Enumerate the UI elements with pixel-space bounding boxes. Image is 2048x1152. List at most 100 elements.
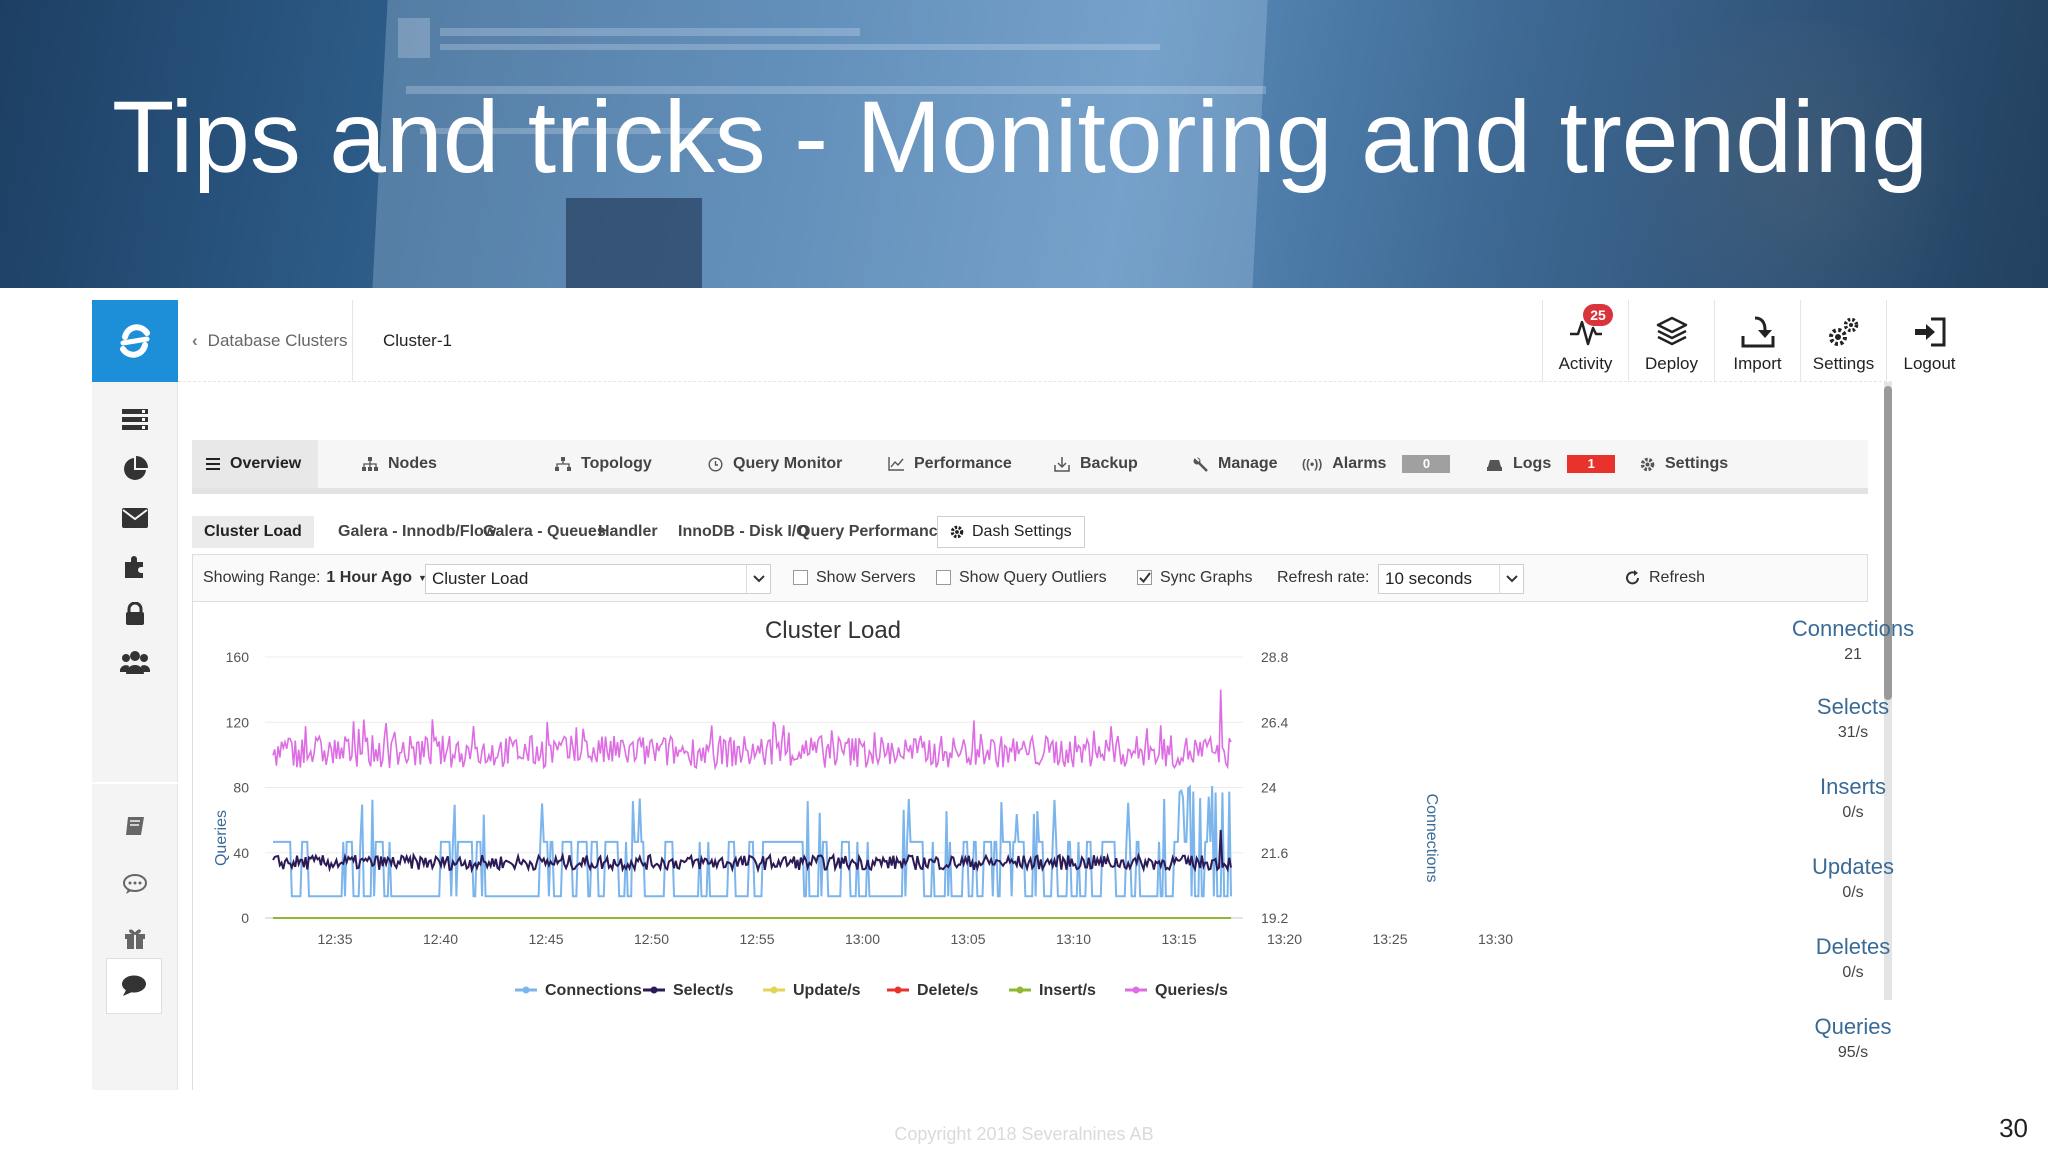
pie-chart-icon[interactable] [92, 449, 178, 489]
menu-icon [206, 458, 220, 470]
slide-banner: Tips and tricks - Monitoring and trendin… [0, 0, 2048, 288]
settings-button[interactable]: Settings [1800, 300, 1886, 382]
subtab-handler[interactable]: Handler [586, 516, 670, 548]
left-axis-ticks: 160 120 80 40 0 [226, 649, 250, 926]
range-value[interactable]: 1 Hour Ago [326, 569, 412, 587]
puzzle-icon[interactable] [92, 546, 178, 586]
deploy-icon [1656, 316, 1687, 346]
users-icon[interactable] [92, 642, 178, 682]
stat-value: 31/s [1837, 724, 1869, 741]
sidebar-divider [92, 782, 178, 784]
stat-selects: Selects 31/s [1753, 694, 1953, 742]
slide-page-number: 30 [1999, 1113, 2028, 1143]
x-tick-label: 13:30 [1478, 931, 1513, 947]
stat-label: Queries [1814, 1014, 1892, 1039]
refresh-button[interactable]: Refresh [1625, 555, 1705, 601]
tab-backup[interactable]: Backup [1040, 440, 1152, 488]
chat-button[interactable] [106, 958, 162, 1014]
y-tick-label: 0 [241, 910, 249, 926]
legend-label: Delete/s [917, 982, 978, 999]
stat-value: 0/s [1842, 884, 1864, 901]
stat-connections: Connections 21 [1753, 616, 1953, 664]
settings-label: Settings [1812, 354, 1875, 373]
refresh-rate-select[interactable]: 10 seconds [1378, 564, 1524, 594]
subtab-cluster-load[interactable]: Cluster Load [192, 516, 314, 548]
banner-ghost-line [440, 28, 860, 36]
tab-alarms[interactable]: ((•)) Alarms 0 [1288, 440, 1464, 488]
stat-value: 0/s [1842, 964, 1864, 981]
deploy-button[interactable]: Deploy [1628, 300, 1714, 382]
tab-label: Query Monitor [733, 455, 843, 472]
legend-label: Insert/s [1039, 982, 1096, 999]
stat-label: Connections [1791, 616, 1915, 641]
legend-item: Update/s [763, 982, 861, 999]
breadcrumb-database-clusters[interactable]: Database Clusters [208, 331, 348, 351]
legend-label: Connections [545, 982, 642, 999]
breadcrumb[interactable]: ‹ Database Clusters [178, 300, 353, 382]
import-button[interactable]: Import [1714, 300, 1800, 382]
chart-series [272, 689, 1232, 919]
slide-copyright: Copyright 2018 Severalnines AB [894, 1124, 1154, 1144]
logout-button[interactable]: Logout [1886, 300, 1972, 382]
y2-tick-label: 24 [1261, 780, 1277, 796]
tab-label: Alarms [1332, 455, 1387, 472]
app-logo[interactable] [92, 300, 178, 382]
top-bar: ‹ Database Clusters Cluster-1 25 Activit… [178, 300, 1956, 382]
tab-query-monitor[interactable]: Query Monitor [694, 440, 856, 488]
logout-icon [1914, 317, 1945, 347]
severalnines-logo-icon [120, 324, 150, 358]
show-query-outliers-checkbox[interactable]: Show Query Outliers [936, 555, 1107, 601]
tab-label: Logs [1513, 455, 1552, 472]
tab-performance[interactable]: Performance [874, 440, 1026, 488]
dashboard-select[interactable]: Cluster Load [425, 564, 771, 594]
show-servers-checkbox[interactable]: Show Servers [793, 555, 916, 601]
x-tick-label: 13:15 [1161, 931, 1196, 947]
dashboard-subtabs: Cluster Load Galera - Innodb/Flow Galera… [192, 512, 1868, 552]
chart-controls: Showing Range: 1 Hour Ago ▼ Cluster Load… [192, 554, 1868, 602]
dash-settings-button[interactable]: Dash Settings [937, 516, 1085, 548]
sidebar [92, 382, 178, 1090]
refresh-rate-value: 10 seconds [1385, 569, 1472, 588]
book-icon[interactable] [92, 806, 178, 846]
stats-panel: Connections 21 Selects 31/s Inserts 0/s Upd… [1753, 602, 1953, 1090]
refresh-rate-label: Refresh rate: [1277, 569, 1370, 586]
checkbox-checked[interactable] [1137, 569, 1152, 585]
subtab-query-performance[interactable]: Query Performance [786, 516, 959, 548]
sync-graphs-checkbox[interactable]: Sync Graphs [1137, 555, 1252, 601]
tab-overview[interactable]: Overview [192, 440, 318, 488]
servers-icon[interactable] [92, 400, 178, 440]
tab-label: Overview [230, 455, 302, 472]
deploy-label: Deploy [1645, 354, 1698, 373]
activity-button[interactable]: 25 Activity [1542, 300, 1628, 382]
range-selector[interactable]: Showing Range: 1 Hour Ago ▼ [203, 555, 427, 601]
y2-tick-label: 21.6 [1261, 845, 1288, 861]
tab-topology[interactable]: Topology [541, 440, 666, 488]
stat-label: Selects [1816, 694, 1890, 719]
series-line-connections [273, 784, 1232, 898]
x-tick-label: 12:40 [423, 931, 458, 947]
gift-icon[interactable] [92, 918, 178, 958]
chart-svg: Cluster Load 160 120 80 40 0 28.8 26.4 24 21.6 1… [213, 617, 1513, 999]
sync-graphs-label: Sync Graphs [1160, 569, 1253, 586]
mail-icon[interactable] [92, 498, 178, 538]
checkbox-unchecked[interactable] [793, 569, 808, 585]
x-tick-label: 13:10 [1056, 931, 1091, 947]
tab-logs[interactable]: Logs 1 [1472, 440, 1629, 488]
lock-icon[interactable] [92, 594, 178, 634]
legend-item: Delete/s [887, 982, 978, 999]
alarms-count-badge: 0 [1402, 455, 1451, 473]
y2-tick-label: 26.4 [1261, 714, 1288, 730]
stat-inserts: Inserts 0/s [1753, 774, 1953, 822]
tab-manage[interactable]: Manage [1179, 440, 1292, 488]
y-axis-label: Queries [213, 810, 230, 866]
refresh-label: Refresh [1649, 569, 1706, 586]
x-tick-label: 12:35 [317, 931, 352, 947]
cluster-load-chart: Cluster Load 160 120 80 40 0 28.8 26.4 24 21.6 1… [192, 602, 1914, 1090]
stat-deletes: Deletes 0/s [1753, 934, 1953, 982]
y-tick-label: 160 [226, 649, 250, 665]
legend-marker [1132, 986, 1140, 994]
checkbox-unchecked[interactable] [936, 569, 951, 585]
tab-settings[interactable]: Settings [1626, 440, 1742, 488]
comment-icon[interactable] [92, 864, 178, 904]
tab-nodes[interactable]: Nodes [348, 440, 451, 488]
